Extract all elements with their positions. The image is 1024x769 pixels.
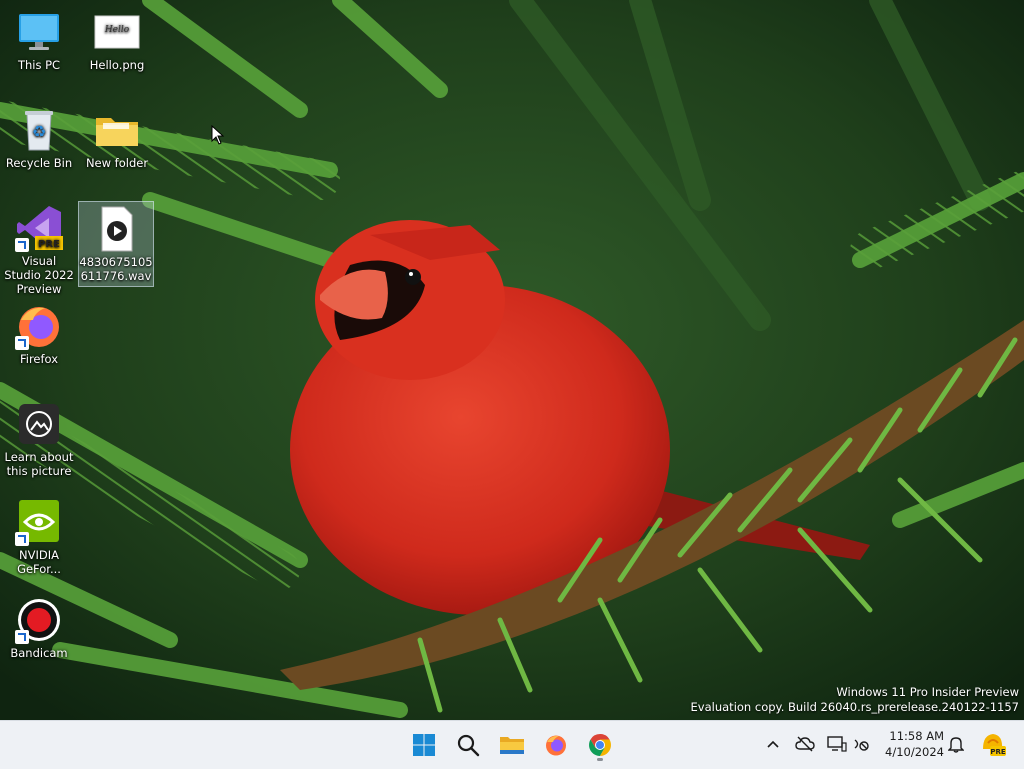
desktop-icon-hello-png[interactable]: Hello Hello.png	[80, 8, 154, 72]
display-tray-icon[interactable]	[826, 733, 848, 755]
visual-studio-icon: PRE	[15, 204, 63, 252]
network-disconnected-icon	[854, 739, 869, 751]
audio-file-icon	[92, 205, 140, 253]
desktop-icon-label: NVIDIA GeFor...	[17, 548, 61, 576]
desktop-icon-firefox[interactable]: Firefox	[2, 302, 76, 366]
desktop-icon-new-folder[interactable]: New folder	[80, 106, 154, 170]
copilot-icon: PRE	[983, 734, 1006, 756]
shortcut-arrow-icon	[15, 238, 29, 252]
firefox-icon	[15, 302, 63, 350]
shortcut-arrow-icon	[15, 532, 29, 546]
nvidia-icon	[15, 498, 63, 546]
recycle-bin-icon: ♻	[15, 106, 63, 154]
desktop-icon-label: Hello.png	[89, 58, 145, 72]
monitor-settings-icon	[827, 736, 847, 752]
svg-text:PRE: PRE	[38, 239, 60, 250]
svg-text:♻: ♻	[32, 122, 46, 141]
chevron-up-icon	[767, 740, 779, 748]
desktop-icon-label: Recycle Bin	[5, 156, 73, 170]
desktop-icon-nvidia[interactable]: NVIDIA GeFor...	[2, 498, 76, 576]
desktop-icon-label: New folder	[85, 156, 149, 170]
mouse-cursor-icon	[211, 125, 225, 145]
network-tray-icon[interactable]	[851, 733, 873, 755]
running-indicator	[597, 758, 603, 761]
monitor-icon	[15, 8, 63, 56]
clock-date: 4/10/2024	[885, 745, 944, 759]
desktop-icon-label: This PC	[17, 58, 61, 72]
desktop-icon-label: Firefox	[19, 352, 59, 366]
search-button[interactable]	[450, 727, 486, 763]
bell-icon	[948, 737, 964, 753]
copilot-button[interactable]: PRE	[980, 731, 1006, 757]
folder-icon	[500, 737, 524, 754]
taskbar: 11:58 AM 4/10/2024 PRE	[0, 720, 1024, 769]
bandicam-icon	[15, 596, 63, 644]
chrome-taskbar-button[interactable]	[582, 727, 618, 763]
folder-icon	[93, 106, 141, 154]
desktop-icon-label: 4830675105611776.wav	[79, 255, 153, 283]
learn-picture-icon	[15, 400, 63, 448]
svg-text:Hello: Hello	[104, 25, 130, 35]
shortcut-arrow-icon	[15, 336, 29, 350]
image-file-icon: Hello	[93, 8, 141, 56]
svg-text:PRE: PRE	[990, 748, 1006, 756]
desktop-icon-this-pc[interactable]: This PC	[2, 8, 76, 72]
show-hidden-icons-button[interactable]	[762, 733, 784, 755]
firefox-icon	[546, 735, 566, 756]
desktop-icon-label: Visual Studio 2022 Preview	[4, 254, 74, 296]
firefox-taskbar-button[interactable]	[538, 727, 574, 763]
shortcut-arrow-icon	[15, 630, 29, 644]
desktop-icon-wav-file[interactable]: 4830675105611776.wav	[78, 201, 154, 287]
cloud-offline-icon	[795, 736, 815, 752]
desktop-icon-learn-picture[interactable]: Learn about this picture	[2, 400, 76, 478]
windows-logo-icon	[413, 734, 435, 756]
start-button[interactable]	[406, 727, 442, 763]
file-explorer-button[interactable]	[494, 727, 530, 763]
onedrive-tray-icon[interactable]	[794, 733, 816, 755]
watermark-build: Evaluation copy. Build 26040.rs_prerelea…	[690, 700, 1019, 714]
clock-time: 11:58 AM	[889, 729, 944, 743]
desktop-icon-label: Learn about this picture	[4, 450, 74, 478]
desktop-icon-bandicam[interactable]: Bandicam	[2, 596, 76, 660]
desktop-icon-label: Bandicam	[10, 646, 68, 660]
search-icon	[457, 734, 480, 757]
desktop-icon-recycle-bin[interactable]: ♻ Recycle Bin	[2, 106, 76, 170]
desktop-icon-visual-studio[interactable]: PRE Visual Studio 2022 Preview	[2, 204, 76, 296]
chrome-icon	[589, 734, 611, 756]
notifications-button[interactable]	[945, 733, 967, 755]
taskbar-clock[interactable]: 11:58 AM 4/10/2024	[885, 728, 944, 760]
watermark-edition: Windows 11 Pro Insider Preview	[836, 685, 1019, 699]
